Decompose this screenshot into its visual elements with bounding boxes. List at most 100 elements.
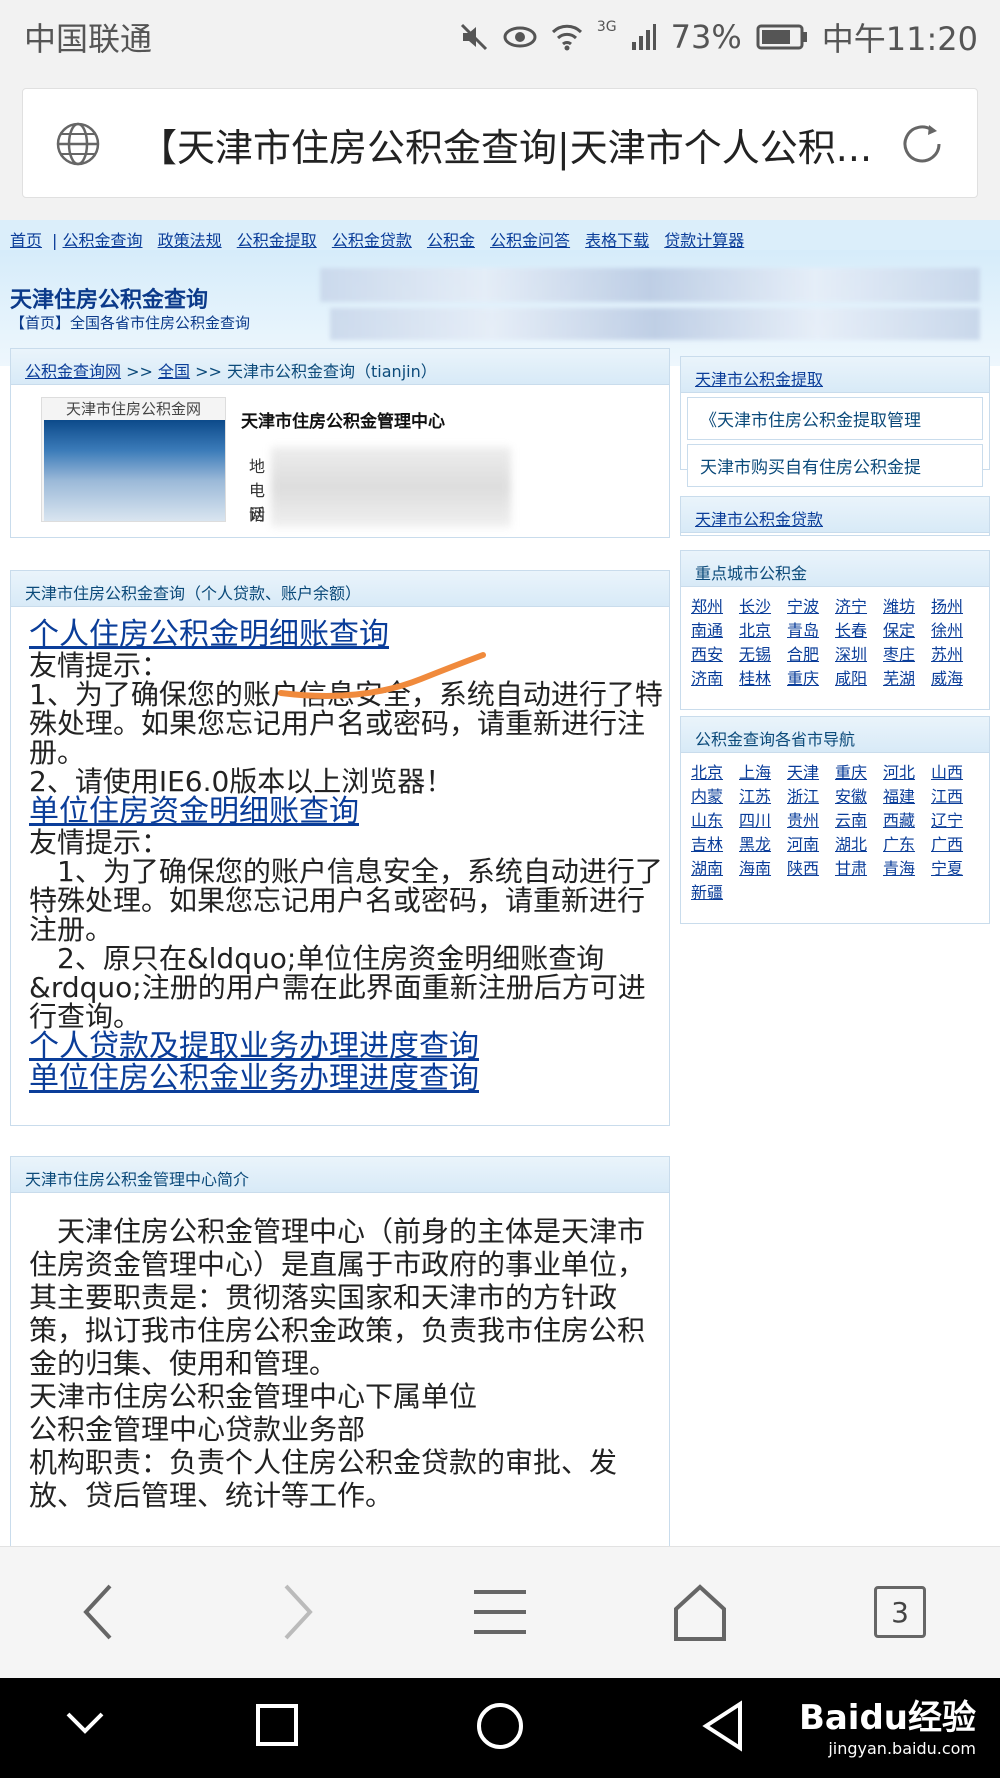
city-link[interactable]: 咸阳 bbox=[835, 667, 883, 691]
city-link[interactable]: 芜湖 bbox=[883, 667, 931, 691]
unit-progress-query-link[interactable]: 单位住房公积金业务办理进度查询 bbox=[29, 1063, 669, 1095]
province-link[interactable]: 海南 bbox=[739, 857, 787, 881]
withdraw-item[interactable]: 天津市购买自有住房公积金提 bbox=[687, 444, 983, 487]
city-link[interactable]: 长沙 bbox=[739, 595, 787, 619]
city-link[interactable]: 扬州 bbox=[931, 595, 979, 619]
province-link[interactable]: 湖北 bbox=[835, 833, 883, 857]
province-link[interactable]: 贵州 bbox=[787, 809, 835, 833]
province-link[interactable]: 新疆 bbox=[691, 881, 739, 905]
city-link[interactable]: 枣庄 bbox=[883, 643, 931, 667]
nav-link-loan[interactable]: 公积金贷款 bbox=[332, 231, 412, 250]
province-link[interactable]: 重庆 bbox=[835, 761, 883, 785]
province-link[interactable]: 广东 bbox=[883, 833, 931, 857]
province-link[interactable]: 黑龙 bbox=[739, 833, 787, 857]
city-link[interactable]: 西安 bbox=[691, 643, 739, 667]
province-link[interactable]: 湖南 bbox=[691, 857, 739, 881]
nav-link-forms[interactable]: 表格下载 bbox=[585, 231, 649, 250]
province-link[interactable]: 甘肃 bbox=[835, 857, 883, 881]
city-link[interactable]: 济宁 bbox=[835, 595, 883, 619]
home-circle-icon[interactable] bbox=[474, 1700, 526, 1752]
back-arrow-icon bbox=[83, 1584, 112, 1640]
provinces-grid: 北京 上海 天津 重庆 河北 山西 内蒙 江苏 浙江 安徽 福建 江西 山东 四川 贵州 云南 西藏 辽宁 吉… bbox=[681, 753, 989, 913]
nav-link-query[interactable]: 公积金查询 bbox=[63, 231, 143, 250]
province-link[interactable]: 广西 bbox=[931, 833, 979, 857]
city-link[interactable]: 保定 bbox=[883, 619, 931, 643]
globe-icon bbox=[56, 122, 100, 166]
nav-link-home[interactable]: 首页 bbox=[10, 231, 42, 250]
province-link[interactable]: 山西 bbox=[931, 761, 979, 785]
address-bar[interactable]: 【天津市住房公积金查询|天津市个人公积... bbox=[22, 88, 978, 198]
tab-count-box: 3 bbox=[874, 1586, 926, 1638]
province-link[interactable]: 江苏 bbox=[739, 785, 787, 809]
province-link[interactable]: 浙江 bbox=[787, 785, 835, 809]
city-link[interactable]: 无锡 bbox=[739, 643, 787, 667]
withdraw-header-link[interactable]: 天津市公积金提取 bbox=[695, 370, 823, 389]
province-link[interactable]: 山东 bbox=[691, 809, 739, 833]
watermark-brand: Baidu经验 bbox=[798, 1698, 976, 1738]
city-link[interactable]: 威海 bbox=[931, 667, 979, 691]
loan-header-link[interactable]: 天津市公积金贷款 bbox=[695, 510, 823, 529]
province-link[interactable]: 青海 bbox=[883, 857, 931, 881]
province-link[interactable]: 陕西 bbox=[787, 857, 835, 881]
unit-account-query-link[interactable]: 单位住房资金明细账查询 bbox=[29, 796, 669, 828]
forward-arrow-icon bbox=[284, 1584, 313, 1640]
province-link[interactable]: 河南 bbox=[787, 833, 835, 857]
province-link[interactable]: 河北 bbox=[883, 761, 931, 785]
city-link[interactable]: 南通 bbox=[691, 619, 739, 643]
province-link[interactable]: 江西 bbox=[931, 785, 979, 809]
forward-button[interactable] bbox=[258, 1577, 338, 1647]
city-link[interactable]: 潍坊 bbox=[883, 595, 931, 619]
province-link[interactable]: 北京 bbox=[691, 761, 739, 785]
province-link[interactable]: 宁夏 bbox=[931, 857, 979, 881]
network-type: 3G bbox=[596, 19, 617, 35]
province-link[interactable]: 云南 bbox=[835, 809, 883, 833]
nav-link-withdraw[interactable]: 公积金提取 bbox=[237, 231, 317, 250]
nav-link-qa[interactable]: 公积金问答 bbox=[490, 231, 570, 250]
breadcrumb-home[interactable]: 公积金查询网 bbox=[25, 362, 121, 381]
tabs-button[interactable]: 3 bbox=[860, 1577, 940, 1647]
tip-text: 2、原只在&ldquo;单位住房资金明细账查询&rdquo;注册的用户需在此界面… bbox=[29, 942, 646, 1033]
back-button[interactable] bbox=[58, 1577, 138, 1647]
city-link[interactable]: 长春 bbox=[835, 619, 883, 643]
city-link[interactable]: 苏州 bbox=[931, 643, 979, 667]
eye-icon bbox=[503, 26, 537, 48]
city-link[interactable]: 宁波 bbox=[787, 595, 835, 619]
province-link[interactable]: 四川 bbox=[739, 809, 787, 833]
battery-percent: 73% bbox=[670, 18, 742, 56]
province-link[interactable]: 辽宁 bbox=[931, 809, 979, 833]
city-link[interactable]: 深圳 bbox=[835, 643, 883, 667]
address-label: 地 bbox=[249, 457, 266, 476]
home-button[interactable] bbox=[660, 1577, 740, 1647]
personal-progress-query-link[interactable]: 个人贷款及提取业务办理进度查询 bbox=[29, 1031, 669, 1063]
city-link[interactable]: 青岛 bbox=[787, 619, 835, 643]
province-link[interactable]: 福建 bbox=[883, 785, 931, 809]
city-link[interactable]: 北京 bbox=[739, 619, 787, 643]
website-thumbnail[interactable]: 天津市住房公积金网 bbox=[41, 397, 226, 522]
nav-link-blurred[interactable]: 公积金 bbox=[427, 231, 475, 250]
thumbnail-caption: 天津市住房公积金网 bbox=[65, 400, 201, 418]
city-link[interactable]: 济南 bbox=[691, 667, 739, 691]
province-link[interactable]: 安徽 bbox=[835, 785, 883, 809]
site-top-nav: 首页 | 公积金查询 政策法规 公积金提取 公积金贷款 公积金 公积金问答 表格下… bbox=[0, 220, 1000, 250]
menu-button[interactable] bbox=[460, 1577, 540, 1647]
province-link[interactable]: 内蒙 bbox=[691, 785, 739, 809]
back-triangle-icon[interactable] bbox=[700, 1700, 746, 1752]
nav-link-calculator[interactable]: 贷款计算器 bbox=[664, 231, 744, 250]
personal-account-query-link[interactable]: 个人住房公积金明细账查询 bbox=[29, 619, 669, 651]
nav-link-policy[interactable]: 政策法规 bbox=[158, 231, 222, 250]
province-link[interactable]: 天津 bbox=[787, 761, 835, 785]
city-link[interactable]: 徐州 bbox=[931, 619, 979, 643]
province-link[interactable]: 吉林 bbox=[691, 833, 739, 857]
breadcrumb-all[interactable]: 全国 bbox=[158, 362, 190, 381]
city-link[interactable]: 桂林 bbox=[739, 667, 787, 691]
hide-keyboard-icon[interactable] bbox=[62, 1700, 108, 1746]
province-link[interactable]: 上海 bbox=[739, 761, 787, 785]
reload-icon[interactable] bbox=[899, 121, 949, 167]
province-link[interactable]: 西藏 bbox=[883, 809, 931, 833]
city-link[interactable]: 郑州 bbox=[691, 595, 739, 619]
city-link[interactable]: 重庆 bbox=[787, 667, 835, 691]
city-link[interactable]: 合肥 bbox=[787, 643, 835, 667]
withdraw-item[interactable]: 《天津市住房公积金提取管理 bbox=[687, 397, 983, 440]
recents-icon[interactable] bbox=[254, 1700, 300, 1750]
tab-count: 3 bbox=[891, 1595, 909, 1629]
